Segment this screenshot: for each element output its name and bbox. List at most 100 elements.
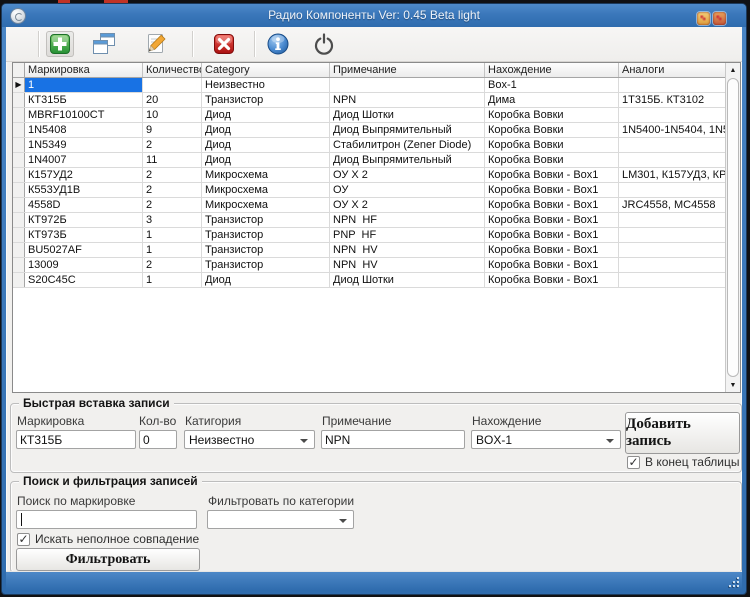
- delete-record-button[interactable]: [210, 31, 238, 57]
- category-combobox[interactable]: Неизвестно: [184, 430, 315, 449]
- grid-cell[interactable]: BU5027AF: [24, 242, 143, 258]
- grid-cell[interactable]: Транзистор: [201, 257, 330, 273]
- add-record-submit-button[interactable]: Добавить запись: [625, 412, 740, 454]
- grid-cell[interactable]: [329, 77, 485, 93]
- column-header[interactable]: Аналоги: [618, 63, 740, 78]
- grid-cell[interactable]: Коробка Вовки - Box1: [484, 272, 619, 288]
- copy-record-button[interactable]: [90, 31, 118, 57]
- grid-cell[interactable]: Коробка Вовки - Box1: [484, 242, 619, 258]
- scroll-down-arrow-icon[interactable]: ▼: [726, 378, 740, 392]
- grid-cell[interactable]: Коробка Вовки - Box1: [484, 227, 619, 243]
- grid-cell[interactable]: Диод: [201, 107, 330, 123]
- column-header[interactable]: Нахождение: [484, 63, 619, 78]
- grid-cell[interactable]: ОУ: [329, 182, 485, 198]
- grid-cell[interactable]: Коробка Вовки - Box1: [484, 212, 619, 228]
- append-to-end-checkbox[interactable]: ✓ В конец таблицы: [627, 455, 739, 469]
- grid-cell[interactable]: 2: [142, 257, 202, 273]
- grid-cell[interactable]: 2: [142, 137, 202, 153]
- grid-cell[interactable]: 1N5408: [24, 122, 143, 138]
- grid-cell[interactable]: [618, 212, 740, 228]
- grid-cell[interactable]: 20: [142, 92, 202, 108]
- location-combobox[interactable]: BOX-1: [471, 430, 621, 449]
- grid-cell[interactable]: 2: [142, 167, 202, 183]
- grid-cell[interactable]: Коробка Вовки: [484, 107, 619, 123]
- grid-cell[interactable]: КТ973Б: [24, 227, 143, 243]
- grid-cell[interactable]: Коробка Вовки - Box1: [484, 167, 619, 183]
- grid-cell[interactable]: 1: [142, 227, 202, 243]
- grid-cell[interactable]: JRC4558, MC4558: [618, 197, 740, 213]
- grid-cell[interactable]: Коробка Вовки - Box1: [484, 257, 619, 273]
- column-header[interactable]: Количество: [142, 63, 202, 78]
- scroll-up-arrow-icon[interactable]: ▲: [726, 63, 740, 77]
- grid-cell[interactable]: LM301, К157УД3, КР1434УД1А: [618, 167, 740, 183]
- grid-cell[interactable]: ОУ Х 2: [329, 167, 485, 183]
- grid-cell[interactable]: Дима: [484, 92, 619, 108]
- titlebar[interactable]: Радио Компоненты Ver: 0.45 Beta light: [2, 4, 746, 27]
- grid-cell[interactable]: 1: [142, 242, 202, 258]
- grid-cell[interactable]: 4558D: [24, 197, 143, 213]
- quantity-input[interactable]: [139, 430, 177, 449]
- grid-cell[interactable]: 2: [142, 182, 202, 198]
- grid-cell[interactable]: Коробка Вовки - Box1: [484, 197, 619, 213]
- scrollbar-thumb[interactable]: [727, 78, 739, 377]
- grid-cell[interactable]: Коробка Вовки - Box1: [484, 182, 619, 198]
- grid-cell[interactable]: Box-1: [484, 77, 619, 93]
- info-button[interactable]: [264, 31, 292, 57]
- grid-cell[interactable]: NPN HV: [329, 257, 485, 273]
- grid-cell[interactable]: MBRF10100CT: [24, 107, 143, 123]
- grid-cell[interactable]: Коробка Вовки: [484, 122, 619, 138]
- grid-cell[interactable]: Диод Шотки: [329, 272, 485, 288]
- grid-cell[interactable]: 1N5400-1N5404, 1N5406: [618, 122, 740, 138]
- grid-cell[interactable]: [618, 77, 740, 93]
- grid-cell[interactable]: Микросхема: [201, 197, 330, 213]
- add-record-button[interactable]: [46, 31, 74, 57]
- filter-button[interactable]: Фильтровать: [16, 548, 200, 571]
- column-header[interactable]: Маркировка: [24, 63, 143, 78]
- grid-cell[interactable]: S20C45C: [24, 272, 143, 288]
- grid-cell[interactable]: [618, 242, 740, 258]
- grid-cell[interactable]: 1N5349: [24, 137, 143, 153]
- search-input[interactable]: [16, 510, 197, 529]
- grid-cell[interactable]: Транзистор: [201, 242, 330, 258]
- grid-cell[interactable]: Диод: [201, 122, 330, 138]
- resize-grip[interactable]: [728, 576, 740, 588]
- partial-match-checkbox[interactable]: ✓ Искать неполное совпадение: [17, 532, 199, 546]
- grid-cell[interactable]: Диод Шотки: [329, 107, 485, 123]
- grid-cell[interactable]: К553УД1В: [24, 182, 143, 198]
- grid-cell[interactable]: [618, 272, 740, 288]
- grid-cell[interactable]: Диод Выпрямительный: [329, 152, 485, 168]
- grid-cell[interactable]: [618, 182, 740, 198]
- grid-cell[interactable]: [618, 152, 740, 168]
- grid-cell[interactable]: [618, 137, 740, 153]
- grid-cell[interactable]: Неизвестно: [201, 77, 330, 93]
- grid-cell[interactable]: Диод: [201, 152, 330, 168]
- grid-cell[interactable]: Транзистор: [201, 212, 330, 228]
- checkbox-box[interactable]: ✓: [17, 532, 30, 546]
- grid-cell[interactable]: [618, 257, 740, 273]
- grid-cell[interactable]: Коробка Вовки: [484, 137, 619, 153]
- grid-cell[interactable]: Стабилитрон (Zener Diode): [329, 137, 485, 153]
- grid-cell[interactable]: Диод: [201, 272, 330, 288]
- grid-cell[interactable]: К157УД2: [24, 167, 143, 183]
- grid-cell[interactable]: 3: [142, 212, 202, 228]
- grid-cell[interactable]: 13009: [24, 257, 143, 273]
- grid-cell[interactable]: 9: [142, 122, 202, 138]
- grid-cell[interactable]: Транзистор: [201, 227, 330, 243]
- grid-cell[interactable]: КТ972Б: [24, 212, 143, 228]
- checkbox-box[interactable]: ✓: [627, 455, 640, 469]
- grid-cell[interactable]: 1Т315Б. КТ3102: [618, 92, 740, 108]
- grid-cell[interactable]: КТ315Б: [24, 92, 143, 108]
- marking-input[interactable]: [16, 430, 136, 449]
- grid-cell[interactable]: 10: [142, 107, 202, 123]
- grid-cell[interactable]: [142, 77, 202, 93]
- grid-cell[interactable]: Микросхема: [201, 182, 330, 198]
- grid-cell[interactable]: Микросхема: [201, 167, 330, 183]
- exit-button[interactable]: [310, 31, 338, 57]
- category-filter-combobox[interactable]: [207, 510, 354, 529]
- grid-cell[interactable]: 1N4007: [24, 152, 143, 168]
- vertical-scrollbar[interactable]: ▲ ▼: [725, 63, 740, 392]
- grid-cell[interactable]: Диод Выпрямительный: [329, 122, 485, 138]
- close-button[interactable]: [713, 12, 726, 25]
- note-input[interactable]: [321, 430, 465, 449]
- grid-cell[interactable]: ОУ Х 2: [329, 197, 485, 213]
